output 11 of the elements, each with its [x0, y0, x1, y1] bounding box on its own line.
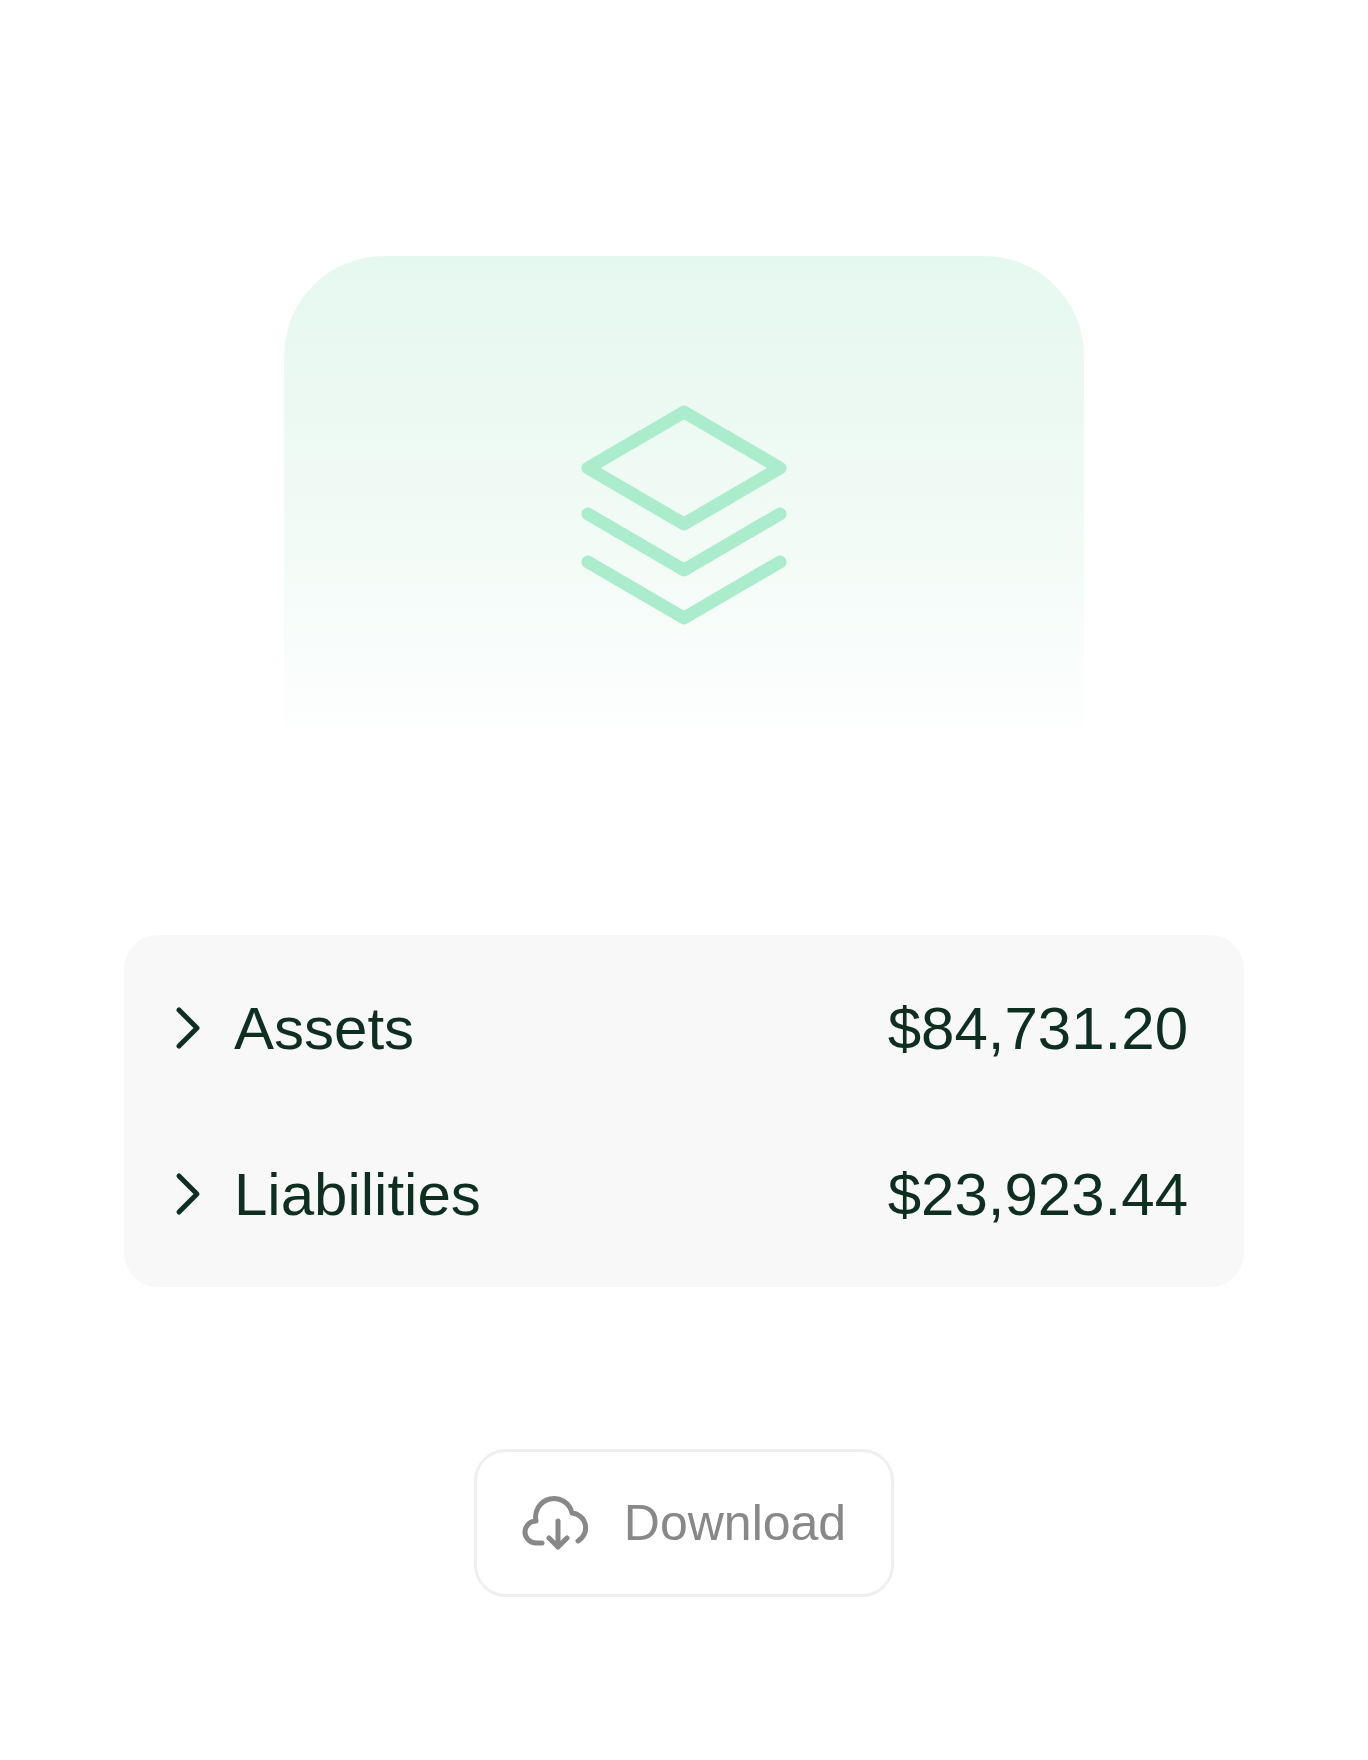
- download-button[interactable]: Download: [474, 1449, 894, 1597]
- account-label: Assets: [234, 993, 416, 1063]
- account-label: Liabilities: [234, 1159, 482, 1229]
- account-amount: $84,731.20: [887, 993, 1188, 1063]
- cloud-download-icon: [521, 1495, 590, 1551]
- chevron-icon: [174, 1172, 202, 1216]
- account-amount: $23,923.44: [887, 1159, 1188, 1229]
- chevron-icon: [174, 1006, 202, 1050]
- layers-icon: [580, 404, 788, 626]
- account-row[interactable]: Assets $84,731.20: [174, 993, 1188, 1063]
- account-row[interactable]: Liabilities $23,923.44: [174, 1159, 1188, 1229]
